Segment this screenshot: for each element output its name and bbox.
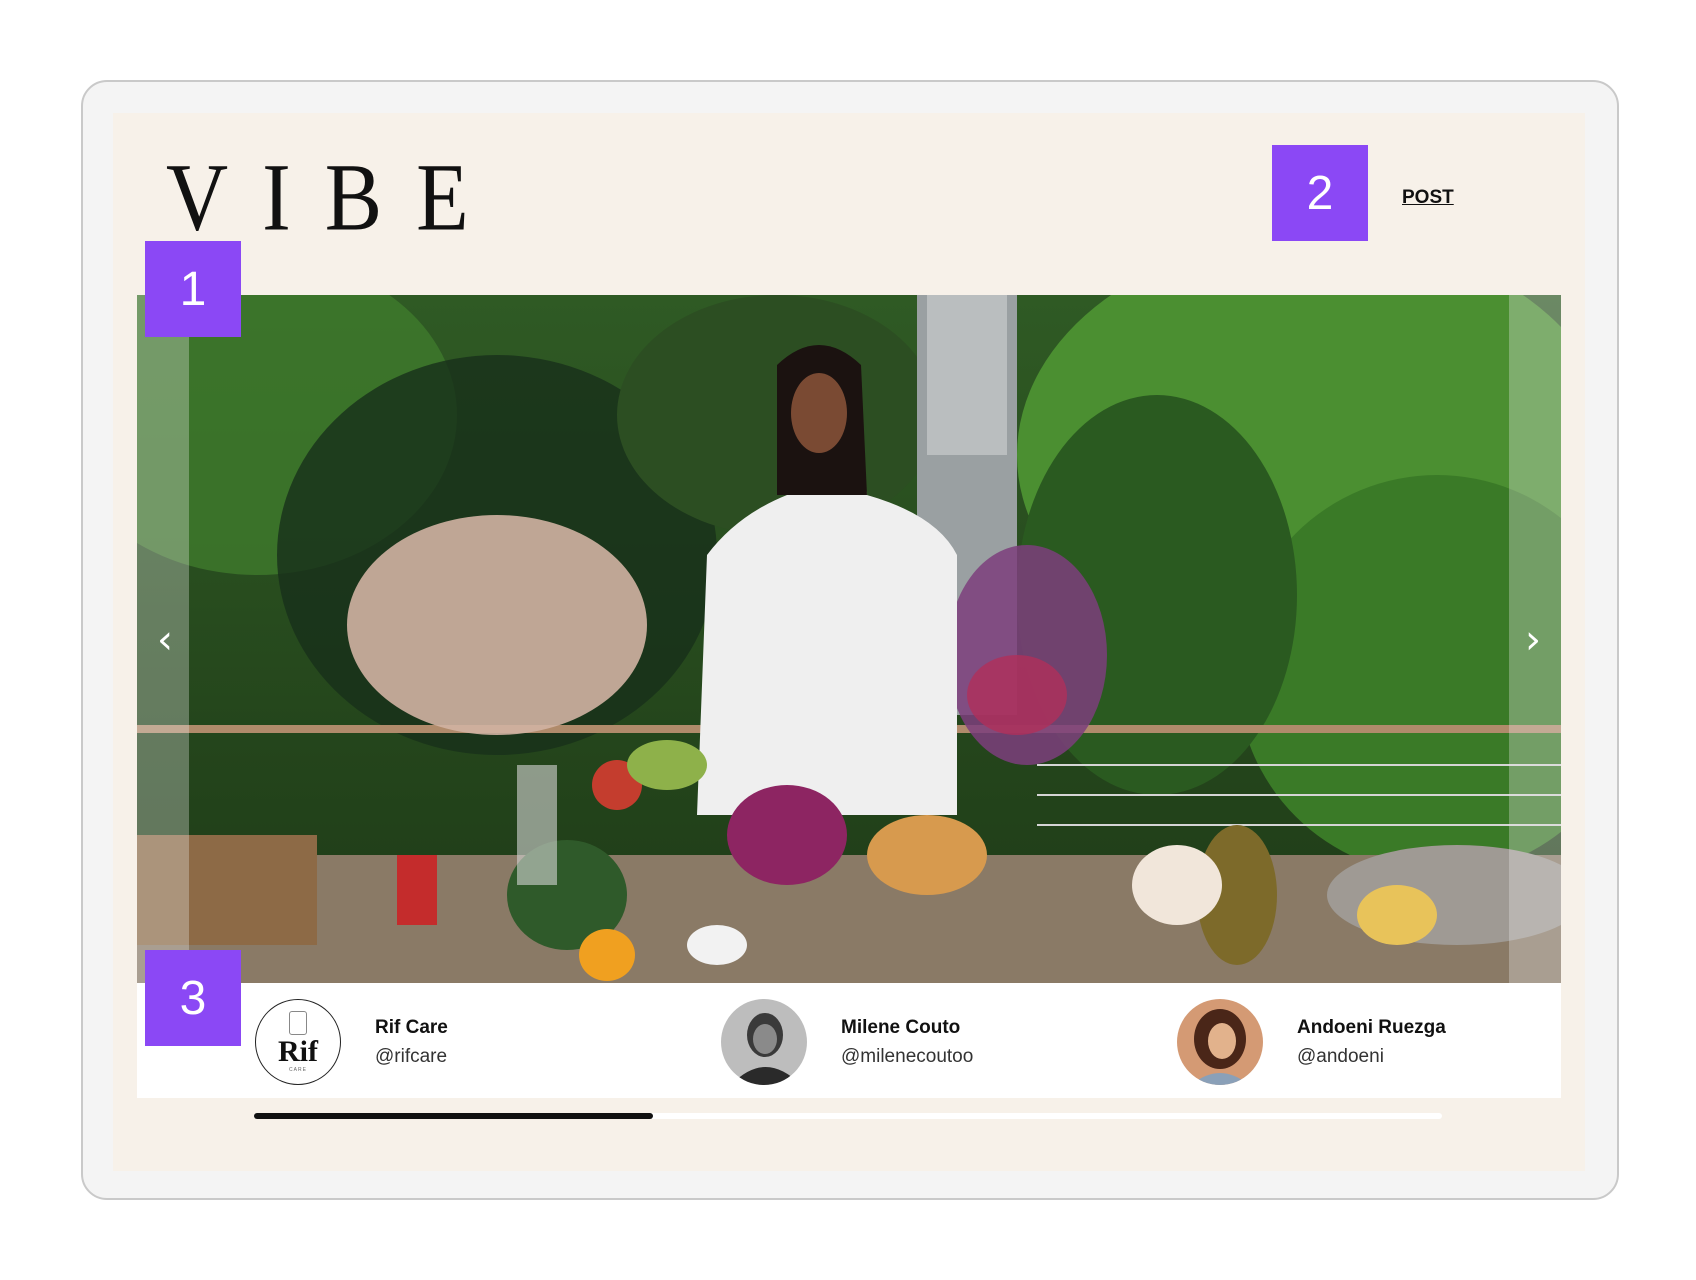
profile-handle: @andoeni — [1297, 1046, 1384, 1067]
carousel-progress-bar — [254, 1113, 1442, 1119]
profile-name: Rif Care — [375, 1017, 448, 1038]
avatar-photo-icon — [1177, 999, 1263, 1085]
chevron-left-icon[interactable]: ‹ — [145, 615, 185, 665]
page-screen: VIBE POST ‹ › Rif CARE Rif Care @rifcare… — [113, 113, 1585, 1171]
carousel-progress-fill — [254, 1113, 654, 1119]
rif-emblem-icon — [289, 1011, 307, 1035]
avatar-logo-text: Rif — [278, 1035, 318, 1068]
profile-rif-care[interactable]: Rif CARE Rif Care @rifcare — [255, 997, 448, 1087]
profile-andoeni-ruezga[interactable]: Andoeni Ruezga @andoeni — [1177, 997, 1446, 1087]
chevron-right-icon[interactable]: › — [1513, 615, 1553, 665]
annotation-badge-3: 3 — [145, 950, 241, 1046]
avatar — [1177, 999, 1263, 1085]
profile-handle: @milenecoutoo — [841, 1046, 974, 1067]
profile-milene-couto[interactable]: Milene Couto @milenecoutoo — [721, 997, 973, 1087]
avatar-photo-icon — [721, 999, 807, 1085]
avatar: Rif CARE — [255, 999, 341, 1085]
avatar — [721, 999, 807, 1085]
profile-handle: @rifcare — [375, 1046, 448, 1067]
dried-flowers — [347, 515, 647, 735]
annotation-badge-2: 2 — [1272, 145, 1368, 241]
profile-name: Milene Couto — [841, 1017, 961, 1038]
vibe-logo[interactable]: VIBE — [166, 149, 503, 245]
hero-carousel[interactable]: ‹ › — [137, 295, 1561, 983]
avatar-logo-subtext: CARE — [289, 1067, 307, 1073]
hero-image — [137, 295, 1561, 983]
profile-strip: Rif CARE Rif Care @rifcare Milene Couto … — [137, 983, 1561, 1098]
profile-name: Andoeni Ruezga — [1297, 1017, 1446, 1038]
post-link[interactable]: POST — [1402, 187, 1454, 209]
annotation-badge-1: 1 — [145, 241, 241, 337]
